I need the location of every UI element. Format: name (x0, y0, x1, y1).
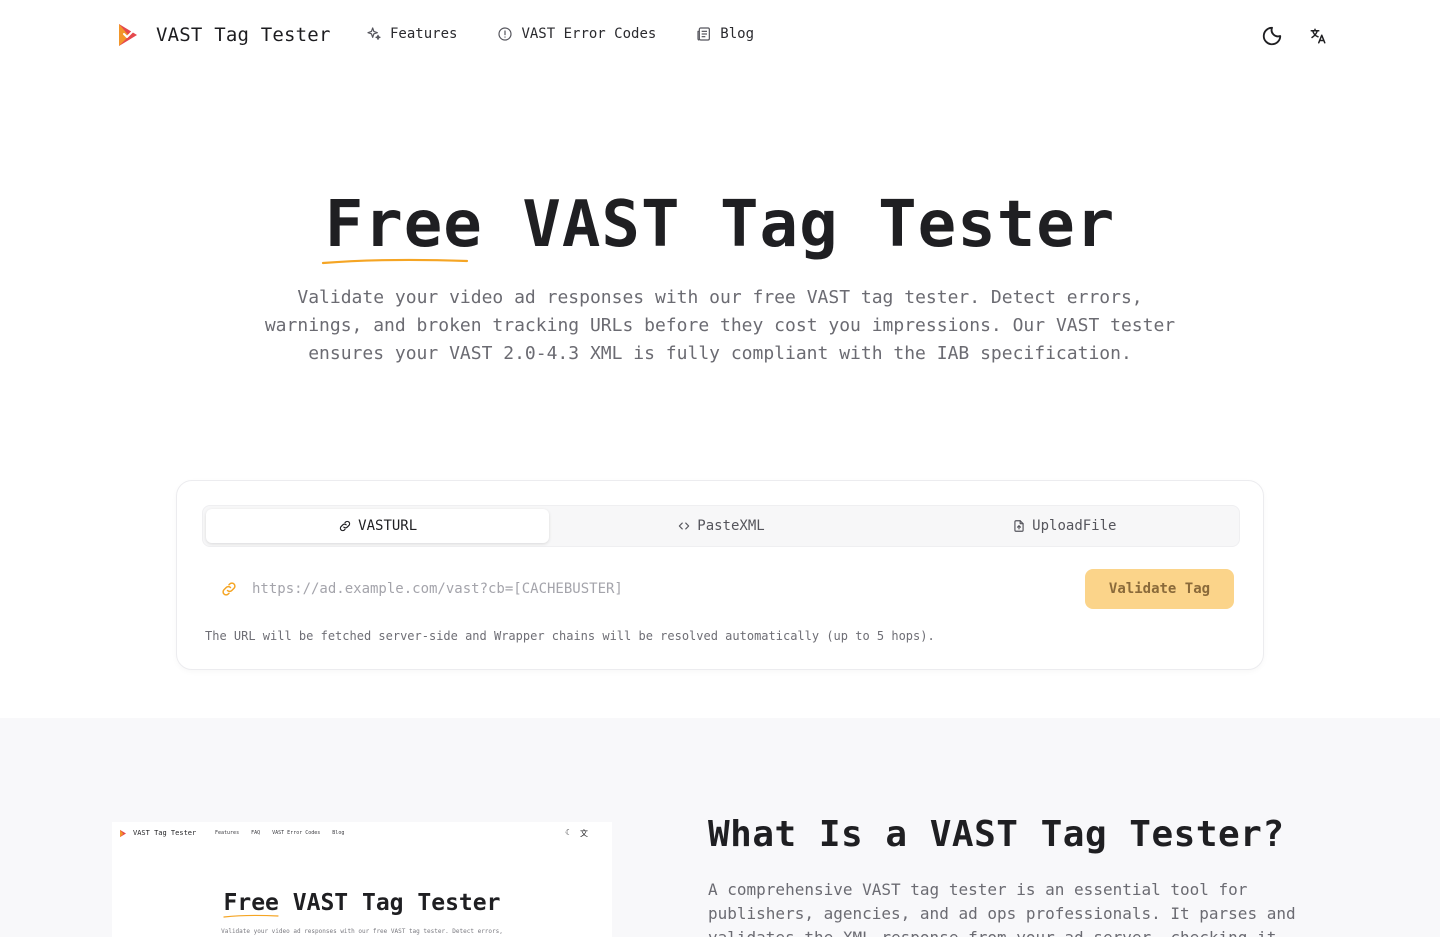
nav-links: Features VAST Error Codes Blog (366, 26, 754, 42)
preview-nav-link: VAST Error Codes (272, 830, 321, 836)
play-logo-icon (120, 829, 126, 838)
url-helper-text: The URL will be fetched server-side and … (205, 629, 935, 643)
validate-tag-button[interactable]: Validate Tag (1085, 569, 1234, 609)
language-button[interactable] (1306, 24, 1330, 48)
preview-title-highlight: Free (222, 890, 279, 918)
link-icon (222, 582, 236, 596)
brand-link[interactable]: VAST Tag Tester (116, 22, 331, 48)
preview-title-rest: VAST Tag Tester (278, 890, 501, 916)
alert-circle-icon (498, 27, 513, 41)
moon-icon: ☾ (565, 828, 570, 837)
preview-nav-actions: ☾ 文 (565, 828, 588, 839)
translate-icon: 文 (580, 829, 588, 838)
tab-paste-xml[interactable]: PasteXML (549, 509, 892, 543)
hero-title-highlight-text: Free (324, 188, 483, 262)
theme-toggle-button[interactable] (1260, 24, 1284, 48)
app-preview-screenshot: VAST Tag Tester Features FAQ VAST Error … (112, 822, 612, 937)
preview-nav-link: FAQ (251, 830, 261, 836)
squiggle-underline (321, 258, 468, 265)
preview-nav-link: Blog (332, 830, 345, 836)
vast-url-input[interactable] (242, 569, 1062, 609)
code-icon (679, 522, 690, 530)
preview-title: Free VAST Tag Tester (112, 890, 612, 918)
file-upload-icon (1014, 520, 1024, 532)
input-mode-tabs: VASTURL PasteXML UploadFile (202, 505, 1240, 547)
hero-title: Free VAST Tag Tester (0, 188, 1440, 265)
tab-upload-file[interactable]: UploadFile (893, 509, 1236, 543)
preview-navbar: VAST Tag Tester Features FAQ VAST Error … (112, 822, 612, 844)
nav-link-blog[interactable]: Blog (696, 26, 754, 42)
preview-title-highlight-text: Free (223, 890, 279, 916)
tab-label: VASTURL (358, 518, 418, 534)
brand-name: VAST Tag Tester (156, 24, 331, 46)
nav-link-label: VAST Error Codes (521, 26, 657, 42)
about-title: What Is a VAST Tag Tester? (708, 814, 1285, 855)
sparkles-icon (367, 27, 381, 40)
nav-actions (1260, 24, 1330, 48)
tab-label: PasteXML (697, 518, 765, 534)
nav-link-label: Features (390, 26, 458, 42)
newspaper-icon (697, 27, 711, 41)
preview-nav-links: Features FAQ VAST Error Codes Blog (215, 830, 344, 836)
play-logo-icon (119, 24, 137, 46)
tester-card: VASTURL PasteXML UploadFile Validate Tag (176, 480, 1264, 670)
top-navbar: VAST Tag Tester Features VAST Error Code… (0, 0, 1440, 72)
url-row: Validate Tag (202, 569, 1240, 609)
tab-vast-url[interactable]: VASTURL (206, 509, 550, 543)
nav-link-label: Blog (720, 26, 755, 42)
hero-title-highlight: Free (321, 188, 483, 265)
preview-subtitle: Validate your video ad responses with ou… (221, 928, 503, 935)
hero-subtitle: Validate your video ad responses with ou… (264, 287, 1176, 364)
translate-icon (1310, 28, 1326, 44)
preview-brand: VAST Tag Tester (133, 829, 197, 837)
link-icon (340, 520, 351, 532)
preview-nav-link: Features (215, 830, 240, 836)
about-section: VAST Tag Tester Features FAQ VAST Error … (0, 718, 1440, 937)
moon-icon (1262, 26, 1282, 46)
tab-label: UploadFile (1032, 518, 1117, 534)
hero-title-rest: VAST Tag Tester (482, 188, 1116, 262)
nav-link-error-codes[interactable]: VAST Error Codes (497, 26, 656, 42)
about-body: A comprehensive VAST tag tester is an es… (708, 880, 1296, 937)
nav-link-features[interactable]: Features (366, 26, 457, 42)
squiggle-underline (222, 914, 279, 918)
